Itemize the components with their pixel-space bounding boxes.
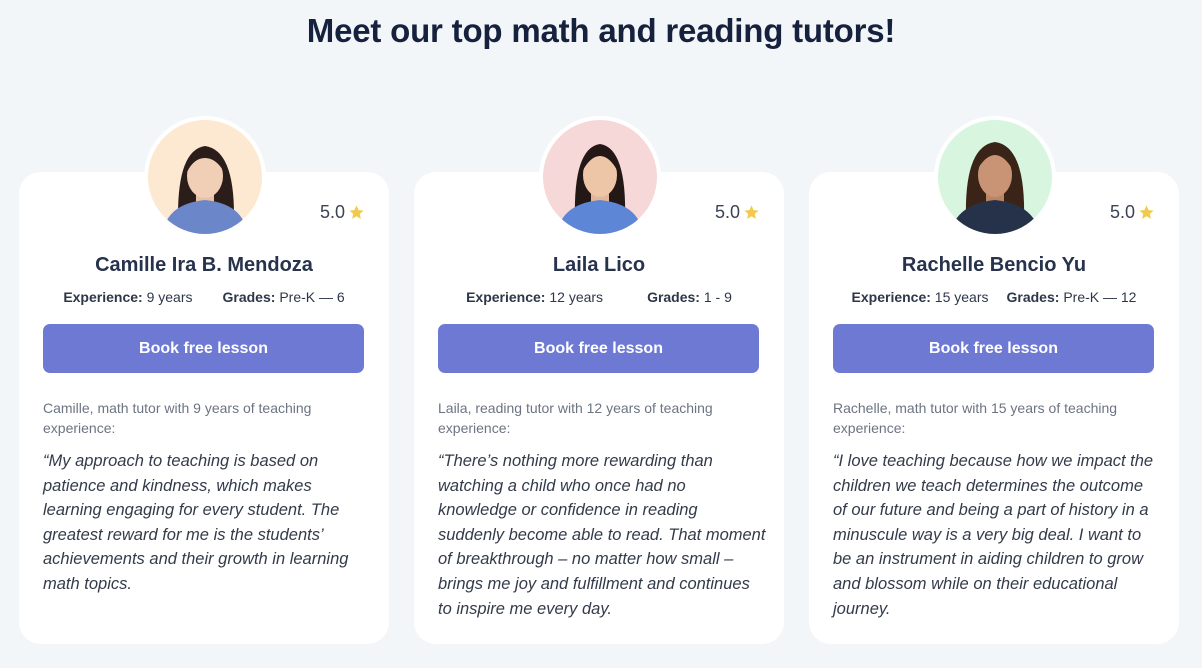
avatar-frame [539,116,661,238]
tutor-meta: Experience: 15 years Grades: Pre-K — 12 [809,289,1179,305]
tutor-intro: Camille, math tutor with 9 years of teac… [43,400,312,436]
tutor-meta: Experience: 9 years Grades: Pre-K — 6 [19,289,389,305]
book-free-lesson-button[interactable]: Book free lesson [438,324,759,373]
tutor-quote: “I love teaching because how we impact t… [833,452,1154,618]
experience-label: Experience: [466,289,546,305]
grades-label: Grades: [222,289,276,305]
star-icon [349,205,364,219]
tutor-quote: “There’s nothing more rewarding than wat… [438,452,766,618]
tutor-name: Camille Ira B. Mendoza [95,254,313,276]
tutor-name: Rachelle Bencio Yu [901,254,1087,276]
grades-label: Grades: [647,289,700,305]
experience-label: Experience: [851,289,931,305]
tutor-card: 5.0 Camille Ira B. Mendoza Experience: 9… [19,116,389,644]
rating-value: 5.0 [319,202,345,222]
section-heading: Meet our top math and reading tutors! [306,12,896,49]
avatar-frame [144,116,266,238]
tutor-photo [148,120,262,234]
grades-label: Grades: [1006,289,1060,305]
tutor-card: 5.0 Rachelle Bencio Yu Experience: 15 ye… [809,116,1179,644]
experience-info: Experience: 12 years [466,289,603,305]
tutors-section: Meet our top math and reading tutors! 5.… [0,0,1202,668]
tutor-name: Laila Lico [552,254,646,276]
tutor-quote: “My approach to teaching is based on pat… [43,452,349,593]
grades-info: Grades: Pre-K — 6 [223,289,345,305]
tutor-meta: Experience: 12 years Grades: 1 - 9 [414,289,784,305]
grades-info: Grades: 1 - 9 [647,289,732,305]
grades-value: Pre-K — 6 [279,289,345,305]
book-free-lesson-button[interactable]: Book free lesson [43,324,364,373]
grades-value: 1 - 9 [703,289,732,305]
experience-value: 15 years [934,289,989,305]
experience-value: 12 years [549,289,604,305]
experience-label: Experience: [63,289,143,305]
star-icon [1139,205,1154,219]
experience-info: Experience: 15 years [852,289,989,305]
rating: 5.0 [715,202,760,223]
experience-info: Experience: 9 years [63,289,192,305]
tutor-intro: Rachelle, math tutor with 15 years of te… [833,400,1118,436]
rating: 5.0 [1110,202,1155,223]
tutor-card: 5.0 Laila Lico Experience: 12 years Grad… [414,116,784,644]
tutor-photo [938,120,1052,234]
experience-value: 9 years [146,289,193,305]
rating: 5.0 [320,202,365,223]
rating-value: 5.0 [714,202,740,222]
avatar-frame [934,116,1056,238]
tutor-photo [543,120,657,234]
tutor-intro: Laila, reading tutor with 12 years of te… [438,400,713,436]
star-icon [744,205,759,219]
rating-value: 5.0 [1109,202,1135,222]
grades-value: Pre-K — 12 [1063,289,1137,305]
book-free-lesson-button[interactable]: Book free lesson [833,324,1154,373]
grades-info: Grades: Pre-K — 12 [1007,289,1137,305]
